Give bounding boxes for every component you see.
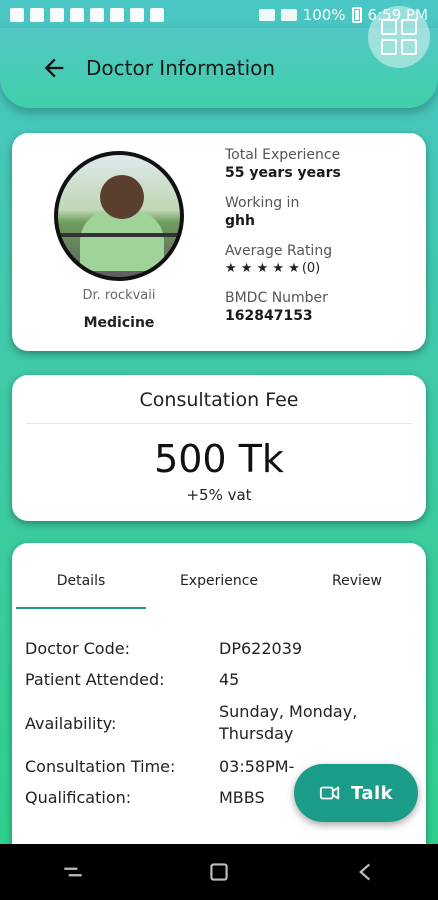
notification-icon (50, 8, 64, 22)
fee-vat: +5% vat (186, 486, 252, 504)
home-icon[interactable] (202, 855, 236, 889)
system-nav-bar (0, 844, 438, 900)
doctor-profile-card: Dr. rockvaii Medicine Total Experience 5… (12, 133, 426, 351)
working-value: ghh (225, 213, 255, 229)
back-icon[interactable] (348, 855, 382, 889)
detail-key: Qualification: (25, 788, 132, 807)
detail-key: Doctor Code: (25, 639, 130, 658)
notification-icon (70, 8, 84, 22)
notification-icon (150, 8, 164, 22)
page-title: Doctor Information (86, 56, 276, 80)
detail-key: Patient Attended: (25, 670, 165, 689)
battery-percent: 100% (302, 6, 346, 24)
rating-count: (0) (301, 261, 321, 276)
bmdc-label: BMDC Number (225, 290, 328, 306)
fee-amount: 500 Tk (154, 437, 284, 481)
rating-label: Average Rating (225, 243, 333, 259)
doctor-department: Medicine (83, 315, 155, 331)
tabs: Details Experience Review (12, 573, 426, 609)
notification-icon (110, 8, 124, 22)
notification-icon (30, 8, 44, 22)
floating-menu-icon[interactable] (368, 6, 430, 68)
signal-icon (280, 9, 297, 21)
notification-icon (90, 8, 104, 22)
doctor-name: Dr. rockvaii (82, 288, 156, 303)
detail-row-patient-attended: Patient Attended: 45 (25, 670, 415, 689)
avatar (54, 151, 184, 281)
detail-value: 45 (219, 670, 240, 689)
video-camera-icon (319, 786, 340, 800)
tab-experience[interactable]: Experience (154, 573, 284, 609)
detail-key: Consultation Time: (25, 757, 176, 776)
experience-value: 55 years years (225, 165, 341, 181)
notification-icon (10, 8, 24, 22)
talk-label: Talk (350, 782, 394, 804)
recent-apps-icon[interactable] (56, 855, 90, 889)
wifi-icon (258, 9, 275, 21)
fee-title: Consultation Fee (139, 389, 299, 411)
tab-details[interactable]: Details (16, 573, 146, 609)
star-icons: ★ ★ ★ ★ ★ (225, 261, 300, 276)
divider (26, 423, 412, 424)
detail-value: Sunday, Monday, Thursday (219, 702, 358, 743)
detail-key: Availability: (25, 713, 117, 733)
doctor-info: Total Experience 55 years years Working … (225, 147, 415, 324)
experience-label: Total Experience (225, 147, 341, 163)
battery-icon (351, 7, 362, 23)
tab-review[interactable]: Review (292, 573, 422, 609)
rating-stars: ★ ★ ★ ★ ★ (0) (225, 261, 415, 276)
detail-row-doctor-code: Doctor Code: DP622039 (25, 639, 415, 658)
back-arrow-icon[interactable] (40, 54, 68, 82)
notification-icon (130, 8, 144, 22)
bmdc-value: 162847153 (225, 308, 313, 324)
detail-value: DP622039 (219, 639, 303, 658)
detail-row-availability: Availability: Sunday, Monday, Thursday (25, 701, 415, 745)
working-label: Working in (225, 195, 300, 211)
talk-button[interactable]: Talk (294, 764, 418, 822)
notification-icons (10, 8, 164, 22)
consultation-fee-card: Consultation Fee 500 Tk +5% vat (12, 375, 426, 521)
